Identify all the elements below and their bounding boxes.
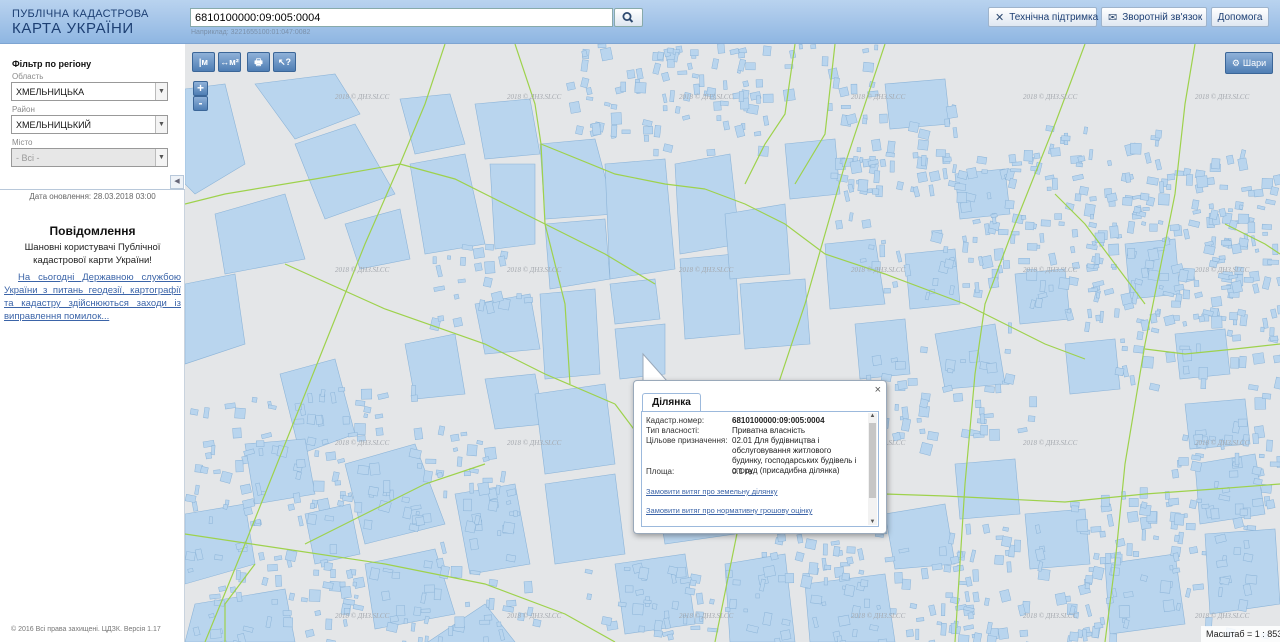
tools-icon: ✕ xyxy=(995,11,1005,24)
rayon-label: Район xyxy=(12,105,35,114)
popup-scrollbar[interactable]: ▲ ▼ xyxy=(868,413,877,525)
scale-indicator: Масштаб = 1 : 8531 xyxy=(1201,626,1280,642)
site-logo[interactable]: ПУБЛІЧНА КАДАСТРОВА КАРТА УКРАЇНИ xyxy=(12,8,149,37)
rayon-select[interactable]: ХМЕЛЬНИЦЬКИЙ ▼ xyxy=(11,115,168,134)
chevron-down-icon: ▼ xyxy=(155,116,167,133)
region-filter-panel: Фільтр по регіону Область ХМЕЛЬНИЦЬКА ▼ … xyxy=(0,44,185,190)
help-button[interactable]: Допомога xyxy=(1211,7,1269,27)
cadastral-number-key: Кадастр.номер: xyxy=(646,416,705,425)
ownership-key: Тип власності: xyxy=(646,426,700,435)
chevron-down-icon: ▼ xyxy=(155,83,167,100)
header-bar: ПУБЛІЧНА КАДАСТРОВА КАРТА УКРАЇНИ Наприк… xyxy=(0,0,1280,44)
oblast-label: Область xyxy=(12,72,44,81)
scroll-thumb[interactable] xyxy=(869,423,876,498)
parcel-tab[interactable]: Ділянка xyxy=(642,393,701,412)
collapse-sidebar-button[interactable]: ◀ xyxy=(170,175,184,189)
sidebar: Фільтр по регіону Область ХМЕЛЬНИЦЬКА ▼ … xyxy=(0,44,185,642)
update-date: Дата оновлення: 28.03.2018 03:00 xyxy=(29,192,156,201)
support-label: Технічна підтримка xyxy=(1009,11,1099,23)
parcel-info-body: Кадастр.номер: 6810100000:09:005:0004 Ти… xyxy=(641,411,879,527)
search-button[interactable] xyxy=(614,8,643,27)
city-select[interactable]: - Всі - ▼ xyxy=(11,148,168,167)
purpose-key: Цільове призначення: xyxy=(646,436,728,445)
filter-title: Фільтр по регіону xyxy=(12,59,92,69)
notice-title: Повідомлення xyxy=(49,224,136,238)
search-hint: Наприклад: 3221655100:01:047:0082 xyxy=(191,29,311,36)
feedback-button[interactable]: ✉ Зворотній зв'язок xyxy=(1101,7,1207,27)
area-value: 0.1 га xyxy=(732,467,753,476)
city-value: - Всі - xyxy=(16,153,40,163)
chevron-down-icon: ▼ xyxy=(155,149,167,166)
help-label: Допомога xyxy=(1217,11,1263,23)
support-button[interactable]: ✕ Технічна підтримка xyxy=(988,7,1099,27)
cadastral-map[interactable]: 2018 © ДНЗ.SLCC 2018 © ДНЗ.SLCC 2018 © ДНЗ… xyxy=(185,44,1280,642)
logo-line-2: КАРТА УКРАЇНИ xyxy=(12,20,134,37)
cadastral-search-input[interactable] xyxy=(190,8,613,27)
ownership-value: Приватна власність xyxy=(732,426,806,435)
notice-link[interactable]: На сьогодні Державною службою України з … xyxy=(4,271,181,323)
popup-pointer xyxy=(642,352,669,382)
feedback-label: Зворотній зв'язок xyxy=(1122,11,1203,23)
order-parcel-extract-link[interactable]: Замовити витяг про земельну ділянку xyxy=(646,487,778,496)
notice-greeting: Шановні користувачі Публічної кадастрово… xyxy=(24,242,161,266)
rayon-value: ХМЕЛЬНИЦЬКИЙ xyxy=(16,120,92,130)
order-valuation-extract-link[interactable]: Замовити витяг про нормативну грошову оц… xyxy=(646,506,812,515)
scroll-up-icon[interactable]: ▲ xyxy=(868,413,877,419)
logo-line-1: ПУБЛІЧНА КАДАСТРОВА xyxy=(12,8,149,20)
search-area: Наприклад: 3221655100:01:047:0082 xyxy=(190,8,643,36)
close-popup-button[interactable]: × xyxy=(875,384,881,396)
parcel-info-popup: × Ділянка Кадастр.номер: 6810100000:09:0… xyxy=(633,380,887,534)
oblast-select[interactable]: ХМЕЛЬНИЦЬКА ▼ xyxy=(11,82,168,101)
cadastral-number-value: 6810100000:09:005:0004 xyxy=(732,416,825,425)
copyright: © 2016 Всі права захищені. ЦДЗК. Версія … xyxy=(11,626,161,633)
oblast-value: ХМЕЛЬНИЦЬКА xyxy=(16,87,85,97)
city-label: Місто xyxy=(12,138,33,147)
area-key: Площа: xyxy=(646,467,675,476)
envelope-icon: ✉ xyxy=(1108,11,1118,24)
search-icon xyxy=(622,12,634,23)
scroll-down-icon[interactable]: ▼ xyxy=(868,519,877,525)
